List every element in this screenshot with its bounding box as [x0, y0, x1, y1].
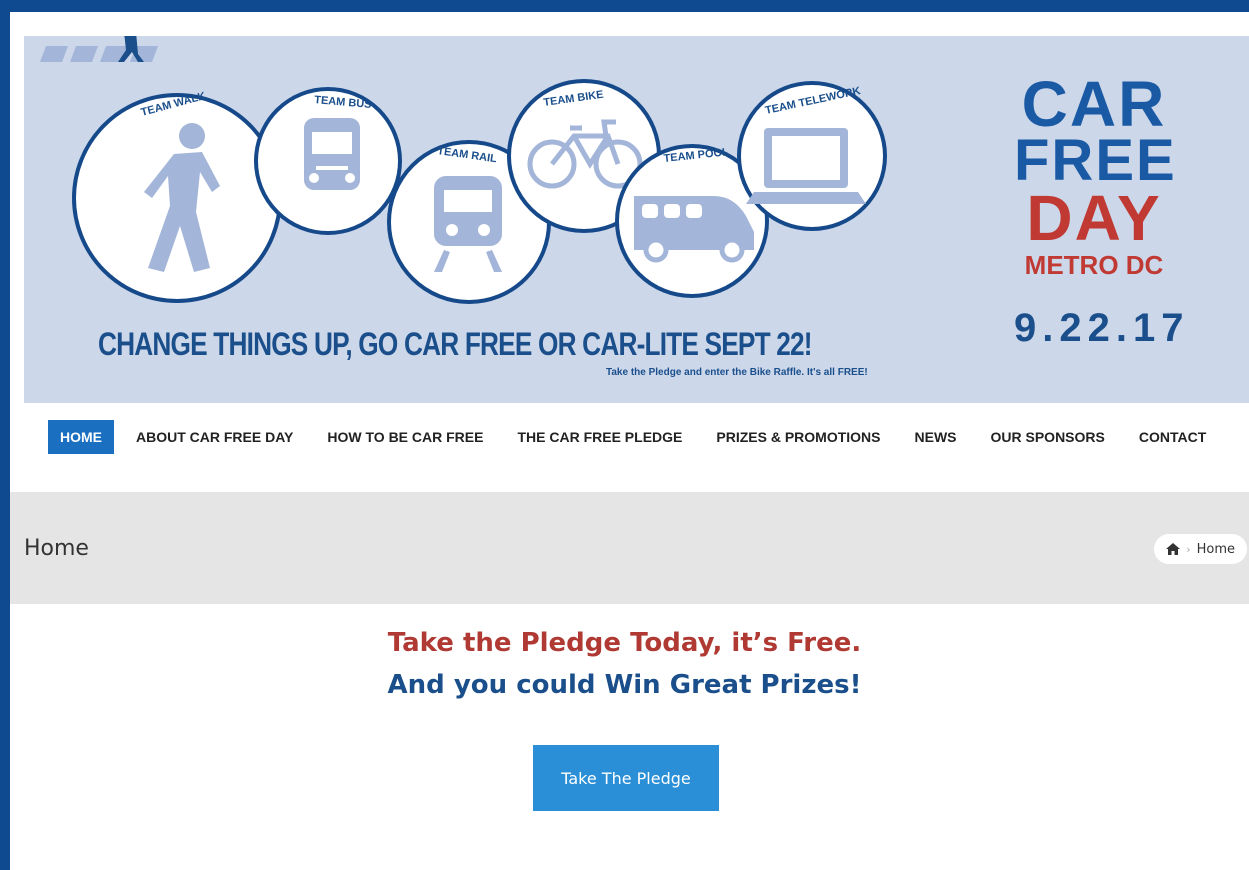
home-icon[interactable]: [1166, 543, 1181, 555]
logo-day-text: DAY: [1026, 182, 1162, 254]
page-title-bar: Home › Home: [10, 492, 1249, 604]
nav-prizes-promotions[interactable]: PRIZES & PROMOTIONS: [704, 420, 892, 454]
team-telework-circle: TEAM TELEWORK: [737, 81, 887, 231]
team-bus-circle: TEAM BUS: [254, 87, 402, 235]
logo-date-text: 9.22.17: [1014, 306, 1190, 350]
nav-news[interactable]: NEWS: [903, 420, 969, 454]
nav-how-to-be-car-free[interactable]: HOW TO BE CAR FREE: [315, 420, 495, 454]
nav-our-sponsors[interactable]: OUR SPONSORS: [979, 420, 1117, 454]
banner-subtagline: Take the Pledge and enter the Bike Raffl…: [606, 367, 868, 378]
pledge-headline: Take the Pledge Today, it’s Free.: [387, 628, 862, 658]
nav-car-free-pledge[interactable]: THE CAR FREE PLEDGE: [505, 420, 694, 454]
take-the-pledge-button[interactable]: Take The Pledge: [533, 745, 719, 811]
nav-contact[interactable]: CONTACT: [1127, 420, 1218, 454]
nav-about-car-free-day[interactable]: ABOUT CAR FREE DAY: [124, 420, 305, 454]
banner-tagline: CHANGE THINGS UP, GO CAR FREE OR CAR-LIT…: [98, 326, 813, 362]
breadcrumb-separator: ›: [1186, 542, 1191, 556]
logo-car-text: CAR: [1021, 68, 1167, 140]
crosswalk-pedestrian-icon: [40, 36, 158, 62]
page: TEAM WALK TEAM BUS TEAM RAIL TEAM BIKE T…: [10, 12, 1249, 870]
team-walk-circle: TEAM WALK: [72, 90, 282, 303]
logo-metro-text: METRO DC: [1024, 250, 1164, 280]
breadcrumb: › Home: [1154, 534, 1247, 564]
breadcrumb-current: Home: [1196, 541, 1235, 557]
nav-home[interactable]: HOME: [48, 420, 114, 454]
main-nav: HOME ABOUT CAR FREE DAY HOW TO BE CAR FR…: [48, 420, 1228, 454]
car-free-day-logo: CAR FREE DAY METRO DC 9.22.17: [1014, 68, 1190, 350]
header-banner[interactable]: TEAM WALK TEAM BUS TEAM RAIL TEAM BIKE T…: [24, 36, 1249, 403]
page-title: Home: [24, 536, 89, 561]
prizes-headline: And you could Win Great Prizes!: [387, 670, 862, 700]
bus-icon: [304, 118, 360, 190]
laptop-icon: [746, 128, 866, 204]
